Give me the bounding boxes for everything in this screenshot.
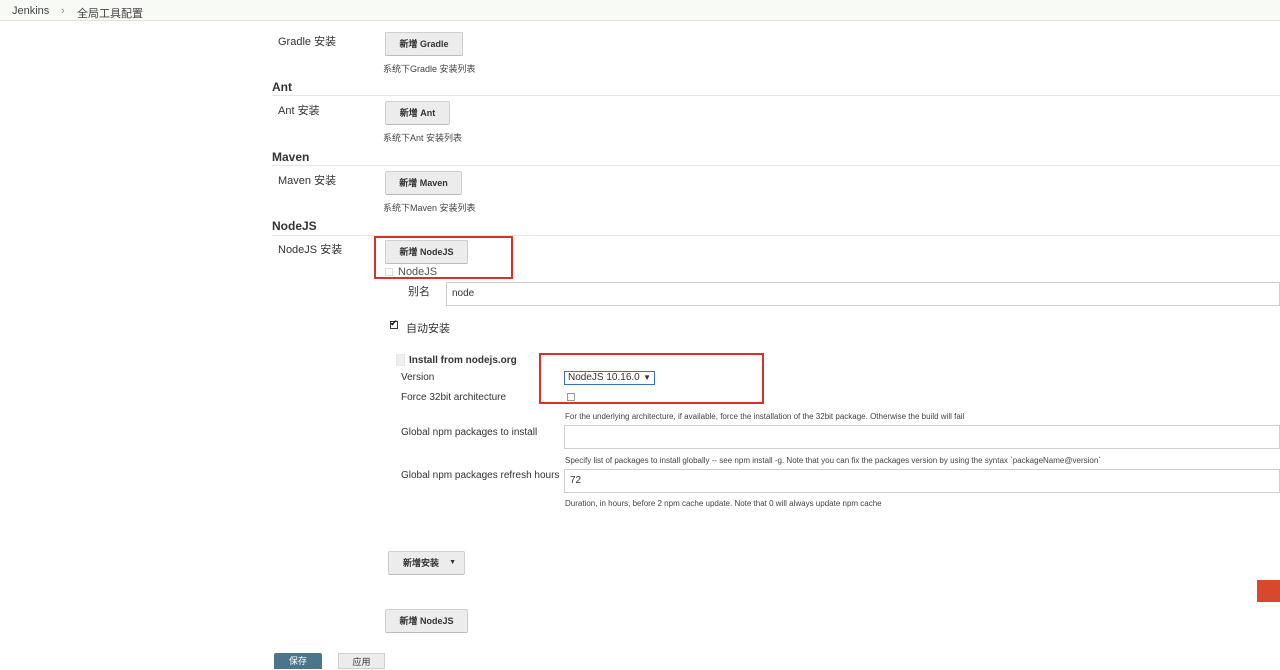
global-packages-label: Global npm packages to install — [401, 427, 538, 438]
maven-divider — [272, 165, 1280, 166]
add-installer-button[interactable]: 新增安装 ▼ — [388, 551, 465, 575]
maven-section-title: Maven — [272, 150, 310, 164]
ant-hint: 系统下Ant 安装列表 — [383, 133, 463, 143]
force32-label: Force 32bit architecture — [401, 392, 507, 403]
force32-checkbox[interactable] — [567, 393, 575, 401]
add-installer-label: 新增安装 — [403, 558, 440, 568]
auto-install-checkbox[interactable] — [390, 318, 398, 329]
maven-hint: 系统下Maven 安装列表 — [383, 203, 476, 213]
highlight-box-add-nodejs — [374, 236, 513, 279]
auto-install-label: 自动安装 — [406, 323, 450, 335]
maven-installations-label: Maven 安装 — [278, 175, 337, 187]
version-label: Version — [401, 372, 435, 383]
breadcrumb-current[interactable]: 全局工具配置 — [77, 5, 143, 21]
installer-drag-handle-icon[interactable] — [396, 354, 405, 366]
side-feedback-tab[interactable] — [1257, 580, 1280, 602]
gradle-hint: 系统下Gradle 安装列表 — [383, 64, 476, 74]
global-packages-hint: Specify list of packages to install glob… — [565, 456, 1101, 465]
add-gradle-button[interactable]: 新增 Gradle — [385, 32, 463, 56]
breadcrumb-bar — [0, 0, 1280, 21]
global-packages-input[interactable] — [564, 425, 1280, 449]
force32-hint: For the underlying architecture, if avai… — [565, 412, 965, 421]
nodejs-installations-label: NodeJS 安装 — [278, 244, 343, 256]
add-nodejs-bottom-button[interactable]: 新增 NodeJS — [385, 609, 468, 633]
save-button[interactable]: 保存 — [274, 653, 322, 669]
add-maven-button[interactable]: 新增 Maven — [385, 171, 462, 195]
gradle-installations-label: Gradle 安装 — [278, 36, 337, 48]
nodejs-section-title: NodeJS — [272, 219, 317, 233]
ant-installations-label: Ant 安装 — [278, 105, 320, 117]
add-ant-button[interactable]: 新增 Ant — [385, 101, 450, 125]
refresh-hours-hint: Duration, in hours, before 2 npm cache u… — [565, 499, 882, 508]
dropdown-arrow-icon: ▼ — [449, 559, 456, 566]
nodejs-installation-header: NodeJS — [398, 266, 438, 278]
breadcrumb-separator-icon: › — [61, 5, 65, 17]
breadcrumb-root-link[interactable]: Jenkins — [12, 5, 49, 17]
alias-input[interactable]: node — [446, 282, 1280, 306]
alias-label: 别名 — [408, 286, 430, 298]
refresh-hours-label: Global npm packages refresh hours — [401, 470, 560, 481]
ant-section-title: Ant — [272, 80, 292, 94]
refresh-hours-input[interactable]: 72 — [564, 469, 1280, 493]
ant-divider — [272, 95, 1280, 96]
nodejs-installation-handle-icon[interactable] — [385, 268, 393, 276]
installer-title: Install from nodejs.org — [409, 355, 517, 366]
apply-button[interactable]: 应用 — [338, 653, 385, 669]
